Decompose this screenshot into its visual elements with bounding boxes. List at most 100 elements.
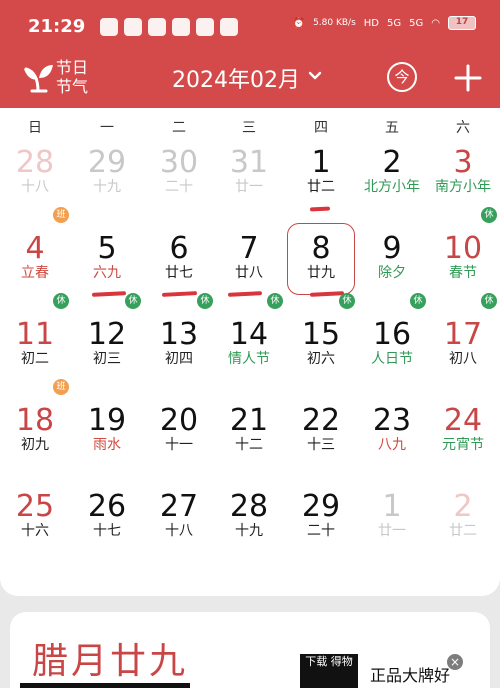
bottom-text-fragment	[20, 683, 190, 688]
solar-date: 31	[229, 145, 269, 180]
today-button[interactable]: 今	[387, 62, 417, 92]
solar-date: 21	[229, 403, 269, 438]
calendar-day-cell[interactable]: 30 二十	[144, 108, 214, 196]
solar-date: 4	[25, 231, 45, 266]
app-logo: 节日 节气	[22, 56, 102, 100]
calendar-day-cell[interactable]: 24 元宵节	[428, 366, 498, 454]
solar-date: 16	[372, 317, 412, 352]
calendar-day-cell[interactable]: 13 初四休	[144, 280, 214, 367]
lunar-date: 廿一	[378, 523, 406, 539]
lunar-date-title: 腊月廿九	[32, 641, 189, 682]
solar-date: 29	[87, 145, 127, 180]
calendar-day-cell[interactable]: 28 十九	[214, 452, 284, 540]
rest-day-badge: 休	[410, 293, 426, 309]
status-app-icons	[100, 18, 238, 36]
calendar-day-cell[interactable]: 29 十九	[72, 108, 142, 196]
solar-date: 5	[97, 231, 117, 266]
calendar-day-cell[interactable]: 17 初八休	[428, 280, 498, 367]
calendar-day-cell[interactable]: 3 南方小年	[428, 108, 498, 196]
calendar-day-cell[interactable]: 5 六九	[72, 194, 142, 297]
solar-date: 8	[311, 231, 331, 266]
calendar-day-cell[interactable]: 27 十八	[144, 452, 214, 540]
calendar-day-cell[interactable]: 1 廿一	[357, 452, 427, 540]
calendar-day-cell[interactable]: 6 廿七	[144, 194, 214, 297]
calendar-day-cell[interactable]: 8 廿九	[286, 194, 356, 297]
solar-date: 27	[159, 489, 199, 524]
solar-date: 22	[301, 403, 341, 438]
lunar-date: 廿二	[449, 523, 477, 539]
notification-app-icon	[172, 18, 190, 36]
work-day-badge: 班	[53, 379, 69, 395]
solar-date: 20	[159, 403, 199, 438]
calendar-day-cell[interactable]: 4 立春班	[0, 194, 70, 281]
calendar-day-cell[interactable]: 19 雨水	[72, 366, 142, 454]
signal-5g-icon: 5G	[409, 17, 424, 29]
notification-app-icon	[100, 18, 118, 36]
sprout-logo-icon	[24, 65, 53, 93]
calendar-header: 节日 节气 2024年02月 今	[0, 48, 500, 108]
calendar-day-cell[interactable]: 2 廿二	[428, 452, 498, 540]
calendar-day-cell[interactable]: 15 初六休	[286, 280, 356, 367]
solar-date: 13	[159, 317, 199, 352]
calendar-day-cell[interactable]: 7 廿八	[214, 194, 284, 297]
network-speed: 5.80 KB/s	[313, 17, 356, 28]
lunar-detail-panel: 腊月廿九 下载 得物 正品大牌好 ×	[10, 612, 490, 688]
solar-date: 26	[87, 489, 127, 524]
calendar-day-cell[interactable]: 21 十二	[214, 366, 284, 454]
calendar-day-cell[interactable]: 20 十一	[144, 366, 214, 454]
solar-date: 9	[382, 231, 402, 266]
close-icon[interactable]: ×	[447, 654, 463, 670]
battery-icon: 17	[448, 16, 476, 30]
solar-date: 14	[229, 317, 269, 352]
rest-day-badge: 休	[53, 293, 69, 309]
calendar-day-cell[interactable]: 14 情人节休	[214, 280, 284, 367]
calendar-day-cell[interactable]: 16 人日节休	[357, 280, 427, 367]
solar-date: 29	[301, 489, 341, 524]
calendar-day-cell[interactable]: 18 初九班	[0, 366, 70, 453]
rest-day-badge: 休	[339, 293, 355, 309]
rest-day-badge: 休	[197, 293, 213, 309]
calendar-day-cell[interactable]: 2 北方小年	[357, 108, 427, 196]
calendar-day-cell[interactable]: 29 二十	[286, 452, 356, 540]
calendar-day-cell[interactable]: 12 初三休	[72, 280, 142, 367]
lunar-date: 十八	[165, 523, 193, 539]
advertisement[interactable]: 下载 得物 正品大牌好 ×	[300, 654, 480, 688]
calendar-day-cell[interactable]: 25 十六	[0, 452, 70, 540]
calendar-day-cell[interactable]: 28 十八	[0, 108, 70, 196]
solar-date: 2	[453, 489, 473, 524]
lunar-date: 二十	[307, 523, 335, 539]
calendar-day-cell[interactable]: 31 廿一	[214, 108, 284, 196]
status-right: ⏰ 5.80 KB/s HD 5G 5G ◠ 17	[293, 16, 476, 30]
status-time: 21:29	[28, 16, 86, 37]
calendar-day-cell[interactable]: 11 初二休	[0, 280, 70, 367]
calendar-day-cell[interactable]: 1 廿二	[286, 108, 356, 212]
chevron-down-icon[interactable]	[306, 67, 324, 85]
calendar-day-cell[interactable]: 9 除夕	[357, 194, 427, 282]
ad-brand-tag: 下载 得物	[300, 654, 358, 688]
solar-date: 25	[15, 489, 55, 524]
month-selector[interactable]: 2024年02月	[172, 62, 300, 94]
solar-date: 28	[229, 489, 269, 524]
solar-date: 15	[301, 317, 341, 352]
calendar-grid: 日 一 二 三 四 五 六 28 十八 29 十九 30 二十 31 廿一 1 廿二 2 北方小年 3 南…	[0, 108, 500, 596]
solar-date: 30	[159, 145, 199, 180]
lunar-date: 十七	[93, 523, 121, 539]
calendar-day-cell[interactable]: 23 八九	[357, 366, 427, 454]
hd-icon: HD	[363, 17, 380, 29]
calendar-day-cell[interactable]: 22 十三	[286, 366, 356, 454]
ad-text: 正品大牌好	[370, 666, 451, 685]
notification-app-icon	[196, 18, 214, 36]
calendar-day-cell[interactable]: 10 春节休	[428, 194, 498, 281]
rest-day-badge: 休	[267, 293, 283, 309]
solar-date: 2	[382, 145, 402, 180]
solar-date: 17	[443, 317, 483, 352]
rest-day-badge: 休	[481, 293, 497, 309]
add-icon[interactable]	[452, 62, 484, 94]
solar-date: 18	[15, 403, 55, 438]
calendar-day-cell[interactable]: 26 十七	[72, 452, 142, 540]
work-day-badge: 班	[53, 207, 69, 223]
status-bar: 21:29 ⏰ 5.80 KB/s HD 5G 5G ◠ 17	[0, 0, 500, 48]
solar-date: 19	[87, 403, 127, 438]
app-name-bottom: 节气	[56, 77, 89, 96]
signal-5g-icon: 5G	[387, 17, 402, 29]
